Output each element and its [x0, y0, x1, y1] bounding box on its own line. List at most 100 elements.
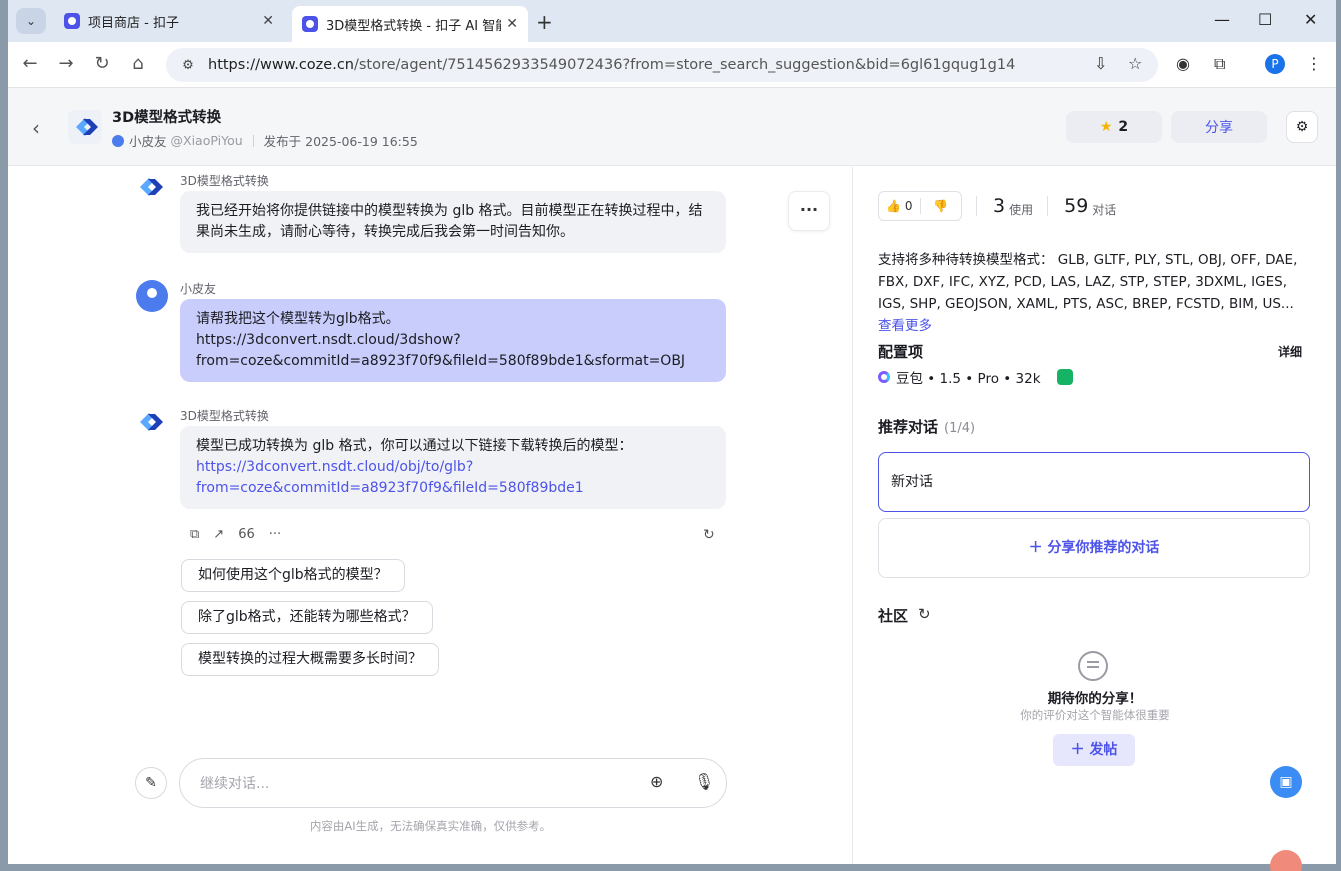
post-label: 发帖 [1089, 742, 1118, 758]
bot-message: 我已经开始将你提供链接中的模型转换为 glb 格式。目前模型正在转换过程中，结果… [180, 191, 726, 253]
back-arrow-icon[interactable]: ← [18, 53, 42, 74]
back-chevron-icon[interactable]: ‹ [32, 116, 40, 140]
bot-speaker-name: 3D模型格式转换 [180, 174, 269, 188]
close-window-icon[interactable]: ✕ [1304, 10, 1317, 29]
url-path: /store/agent/7514562933549072436?from=st… [353, 57, 1016, 73]
settings-gear-icon[interactable]: ⚙ [1286, 111, 1318, 143]
author-handle: @XiaoPiYou [170, 133, 243, 148]
forward-arrow-icon[interactable]: → [54, 53, 78, 74]
install-app-icon[interactable]: ⇩ [1094, 54, 1107, 73]
quote-button[interactable]: 66 [238, 527, 255, 542]
star-icon: ★ [1099, 119, 1113, 135]
feedback-chat-icon[interactable]: ▣ [1270, 766, 1302, 798]
url-host: https://www.coze.cn [208, 57, 354, 73]
see-more-link[interactable]: 查看更多 [878, 318, 932, 334]
divider [976, 196, 977, 216]
profile-avatar[interactable]: P [1265, 54, 1285, 74]
tab-search-button[interactable]: ⌄ [16, 8, 46, 34]
chat-input-box: ⊕ 🎙 [179, 758, 727, 808]
address-bar[interactable]: ⚙ https://www.coze.cn/store/agent/751456… [166, 48, 1158, 82]
tab-project-store[interactable]: 项目商店 - 扣子 ✕ [54, 6, 284, 36]
divider [252, 134, 254, 147]
download-link-part: from=coze&commitId=a8923f70f9&fileId=580… [196, 480, 584, 496]
microphone-icon[interactable]: 🎙 [694, 772, 714, 791]
bot-avatar-icon [140, 178, 163, 196]
favorite-count: 2 [1118, 119, 1129, 135]
user-message-line: https://3dconvert.nsdt.cloud/3dshow? [196, 332, 461, 348]
refresh-icon[interactable]: ↻ [918, 605, 931, 623]
bot-message: 模型已成功转换为 glb 格式，你可以通过以下链接下载转换后的模型： https… [180, 426, 726, 509]
agent-title: 3D模型格式转换 [112, 110, 222, 126]
divider [1047, 196, 1049, 216]
doubao-model-icon [878, 371, 890, 383]
coze-favicon-icon [302, 16, 318, 32]
community-title: 社区 [878, 607, 909, 625]
plus-icon: ＋ [1070, 742, 1085, 758]
url-text[interactable]: https://www.coze.cn/store/agent/75145629… [208, 57, 1015, 73]
user-message-line: 请帮我把这个模型转为glb格式。 [196, 311, 400, 327]
add-circle-icon[interactable]: ⊕ [650, 772, 663, 791]
agent-description: 支持将多种待转换模型格式： GLB, GLTF, PLY, STL, OBJ, … [878, 249, 1310, 337]
suggestion-chip[interactable]: 除了glb格式，还能转为哪些格式？ [181, 601, 433, 634]
site-info-icon[interactable]: ⚙ [176, 58, 200, 73]
recommended-conversation-card[interactable]: 新对话 [878, 452, 1310, 512]
share-arrow-icon[interactable]: ↗ [213, 527, 224, 542]
download-link-part: https://3dconvert.nsdt.cloud/obj/to/glb? [196, 459, 474, 475]
empty-state-title: 期待你的分享！ [1047, 691, 1143, 707]
coze-favicon-icon [64, 13, 80, 29]
user-speaker-name: 小皮友 [180, 282, 217, 296]
plus-icon: ＋ [1028, 540, 1043, 556]
agent-meta: 小皮友 @XiaoPiYou 发布于 2025-06-19 16:55 [112, 131, 418, 150]
user-message: 请帮我把这个模型转为glb格式。 https://3dconvert.nsdt.… [180, 299, 726, 382]
extensions-puzzle-icon[interactable]: ⧉ [1214, 54, 1225, 74]
close-tab-icon[interactable]: ✕ [506, 16, 518, 32]
chat-input[interactable] [200, 772, 620, 796]
suggestion-chip[interactable]: 模型转换的过程大概需要多长时间？ [181, 643, 439, 676]
home-icon[interactable]: ⌂ [126, 53, 150, 74]
maximize-icon[interactable]: ☐ [1258, 10, 1272, 29]
close-tab-icon[interactable]: ✕ [262, 13, 274, 29]
chat-area: 3D模型格式转换 我已经开始将你提供链接中的模型转换为 glb 格式。目前模型正… [8, 167, 853, 864]
like-count: 0 [904, 199, 913, 213]
more-options-button[interactable]: ··· [788, 191, 830, 231]
tab-title: 项目商店 - 扣子 [88, 15, 179, 31]
extension-coze-icon[interactable]: ◉ [1176, 54, 1190, 73]
description-text: 支持将多种待转换模型格式： GLB, GLTF, PLY, STL, OBJ, … [878, 252, 1298, 312]
reload-icon[interactable]: ↻ [90, 53, 114, 74]
thumbs-down-icon[interactable]: 👎 [921, 199, 962, 213]
download-link[interactable]: https://3dconvert.nsdt.cloud/obj/to/glb?… [196, 459, 584, 496]
suggestion-chip[interactable]: 如何使用这个glb格式的模型？ [181, 559, 405, 592]
model-info[interactable]: 豆包 • 1.5 • Pro • 32k [896, 367, 1041, 387]
share-conversation-button[interactable]: ＋ 分享你推荐的对话 [878, 518, 1310, 578]
conversations-label: 对话 [1092, 202, 1117, 217]
new-chat-icon[interactable]: ✎ [135, 767, 167, 799]
thumbs-up-icon: 👍 [886, 199, 901, 213]
browser-menu-icon[interactable]: ⋮ [1306, 54, 1322, 73]
model-config: 豆包 • 1.5 • Pro • 32k [878, 367, 1073, 387]
post-button[interactable]: ＋ 发帖 [1053, 734, 1135, 766]
plugin-icon[interactable] [1056, 369, 1073, 385]
tab-3d-converter[interactable]: 3D模型格式转换 - 扣子 AI 智能体 ✕ [292, 6, 528, 42]
tab-strip: ⌄ 项目商店 - 扣子 ✕ 3D模型格式转换 - 扣子 AI 智能体 ✕ + —… [8, 0, 1336, 42]
comment-bubble-icon [1078, 651, 1108, 681]
minimize-icon[interactable]: — [1214, 10, 1230, 29]
share-button[interactable]: 分享 [1171, 111, 1267, 143]
browser-toolbar: ← → ↻ ⌂ ⚙ https://www.coze.cn/store/agen… [8, 42, 1336, 88]
regenerate-icon[interactable]: ↻ [703, 527, 715, 543]
detail-link[interactable]: 详细 [1278, 343, 1302, 360]
more-horizontal-icon[interactable]: ··· [269, 527, 281, 542]
author-avatar [112, 134, 124, 147]
author-name[interactable]: 小皮友 [129, 131, 167, 150]
user-avatar [136, 280, 168, 312]
bot-message-line: 模型已成功转换为 glb 格式，你可以通过以下链接下载转换后的模型： [196, 438, 633, 454]
recommend-title-text: 推荐对话 [878, 418, 939, 436]
bot-avatar-icon [140, 413, 163, 431]
new-tab-button[interactable]: + [536, 10, 553, 34]
like-button[interactable]: 👍 0 [879, 199, 920, 213]
favorite-button[interactable]: ★ 2 [1066, 111, 1162, 143]
agent-info-panel: 👍 0 👎 3 使用 59 对话 支持将多种待转换模型格式： GLB, GLTF… [854, 167, 1336, 864]
copy-icon[interactable]: ⧉ [190, 527, 199, 542]
bookmark-star-icon[interactable]: ☆ [1128, 54, 1142, 73]
share-conversation-label: 分享你推荐的对话 [1047, 540, 1160, 556]
ai-disclaimer: 内容由AI生成，无法确保真实准确，仅供参考。 [309, 819, 552, 833]
